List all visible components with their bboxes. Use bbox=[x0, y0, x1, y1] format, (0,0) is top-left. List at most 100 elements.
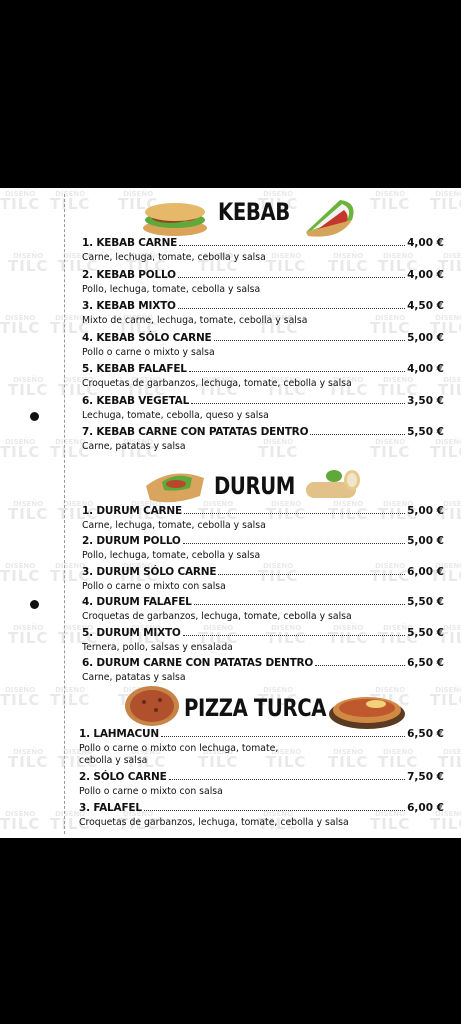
watermark-logo: DISEÑOTILC bbox=[8, 376, 49, 399]
menu-item: 5. KEBAB FALAFEL 4,00 € Croquetas de garba… bbox=[82, 363, 444, 390]
menu-item-line: 1. LAHMACUN 6,50 € bbox=[79, 728, 444, 743]
pizza-turca-image bbox=[329, 697, 405, 729]
menu-item-description: Pollo o carne o mixto con salsa bbox=[79, 786, 223, 797]
menu-item-name: 2. DURUM POLLO bbox=[82, 535, 181, 548]
menu-item-name: 1. LAHMACUN bbox=[79, 728, 159, 740]
watermark-logo: DISEÑOTILC bbox=[8, 252, 49, 275]
watermark-logo: DISEÑOTILC bbox=[430, 190, 461, 213]
menu-item-line: 5. KEBAB FALAFEL 4,00 € bbox=[82, 363, 444, 378]
watermark-logo: DISEÑOTILC bbox=[50, 686, 91, 709]
menu-item: 1. LAHMACUN 6,50 € Pollo o carne o mixto c… bbox=[79, 728, 444, 767]
menu-item: 1. DURUM CARNE 5,00 € Carne, lechuga, toma… bbox=[82, 505, 444, 532]
menu-item-price: 5,50 € bbox=[407, 426, 444, 438]
menu-item-description: Pollo o carne o mixto con lechuga, tomat… bbox=[79, 743, 279, 754]
dot-leader bbox=[160, 736, 406, 737]
menu-item-description: Carne, patatas y salsa bbox=[82, 441, 186, 452]
menu-item-description: Ternera, pollo, salsas y ensalada bbox=[82, 641, 233, 653]
menu-item-name: 4. KEBAB SÓLO CARNE bbox=[82, 331, 212, 344]
menu-item: 3. DURUM SÓLO CARNE 6,00 € Pollo o carne o… bbox=[82, 566, 444, 593]
menu-item: 4. KEBAB SÓLO CARNE 5,00 € Pollo o carne o… bbox=[82, 332, 444, 359]
menu-item: 4. DURUM FALAFEL 5,50 € Croquetas de garba… bbox=[82, 596, 444, 623]
menu-item-description: Croquetas de garbanzos, lechuga, tomate,… bbox=[79, 817, 349, 828]
menu-item-price: 5,00 € bbox=[407, 331, 444, 344]
section-title-durum: DURUM bbox=[214, 472, 295, 500]
menu-item-description: Pollo o carne o mixto con salsa bbox=[82, 580, 226, 592]
menu-item: 2. SÓLO CARNE 7,50 € Pollo o carne o mixto… bbox=[79, 771, 444, 798]
dot-leader bbox=[182, 543, 406, 545]
watermark-logo: DISEÑOTILC bbox=[8, 500, 49, 523]
watermark-logo: DISEÑOTILC bbox=[0, 686, 41, 709]
menu-item-line: 5. DURUM MIXTO 5,50 € bbox=[82, 627, 444, 642]
menu-item-price: 4,00 € bbox=[407, 268, 444, 281]
dot-leader bbox=[168, 779, 406, 780]
watermark-logo: DISEÑOTILC bbox=[0, 314, 41, 337]
menu-item-price: 4,00 € bbox=[407, 237, 444, 249]
menu-item-price: 6,50 € bbox=[407, 728, 444, 740]
menu-item-price: 3,50 € bbox=[407, 394, 444, 407]
menu-item-description: Carne, lechuga, tomate, cebolla y salsa bbox=[82, 252, 266, 263]
menu-item: 6. KEBAB VEGETAL 3,50 € Lechuga, tomate, c… bbox=[82, 395, 444, 422]
menu-item-price: 5,00 € bbox=[407, 535, 444, 548]
section-title-kebab: KEBAB bbox=[218, 198, 290, 226]
menu-item-name: 5. DURUM MIXTO bbox=[82, 626, 181, 639]
menu-item-line: 2. SÓLO CARNE 7,50 € bbox=[79, 771, 444, 786]
menu-item-name: 3. KEBAB MIXTO bbox=[82, 300, 176, 312]
menu-item-name: 3. FALAFEL bbox=[79, 802, 142, 814]
watermark-logo: DISEÑOTILC bbox=[430, 686, 461, 709]
dot-leader bbox=[143, 810, 406, 811]
menu-item-name: 4. DURUM FALAFEL bbox=[82, 596, 192, 609]
menu-item-name: 6. DURUM CARNE CON PATATAS DENTRO bbox=[82, 657, 314, 669]
dot-leader bbox=[177, 308, 406, 309]
menu-page: DISEÑO TILC DISEÑO TILC DISEÑO TILC DISEÑO TILC… bbox=[0, 188, 461, 838]
menu-item: 3. FALAFEL 6,00 € Croquetas de garbanzos, … bbox=[79, 802, 444, 829]
menu-item-line: 1. KEBAB CARNE 4,00 € bbox=[82, 237, 444, 252]
watermark-logo: DISEÑOTILC bbox=[50, 190, 91, 213]
menu-item-name: 6. KEBAB VEGETAL bbox=[82, 394, 190, 407]
dot-leader bbox=[177, 276, 406, 278]
page-margin-dashed-line bbox=[64, 194, 65, 834]
menu-item-description: Pollo, lechuga, tomate, cebolla y salsa bbox=[82, 550, 261, 562]
dot-leader bbox=[182, 634, 406, 636]
menu-item: 2. KEBAB POLLO 4,00 € Pollo, lechuga, toma… bbox=[82, 269, 444, 296]
dot-leader bbox=[193, 604, 406, 606]
menu-item-description: Lechuga, tomate, cebolla, queso y salsa bbox=[82, 409, 269, 421]
menu-item-description: Croquetas de garbanzos, lechuga, tomate,… bbox=[82, 378, 352, 389]
dot-leader bbox=[184, 513, 406, 514]
durum-cut-image bbox=[306, 470, 360, 498]
menu-item-line: 2. KEBAB POLLO 4,00 € bbox=[82, 269, 444, 284]
menu-item-name: 5. KEBAB FALAFEL bbox=[82, 363, 187, 375]
dot-leader bbox=[188, 371, 406, 372]
kebab-wrap-image bbox=[306, 200, 354, 237]
binder-hole bbox=[30, 600, 39, 609]
dot-leader bbox=[310, 434, 406, 435]
menu-item: 1. KEBAB CARNE 4,00 € Carne, lechuga, toma… bbox=[82, 237, 444, 264]
watermark-logo: DISEÑOTILC bbox=[8, 624, 49, 647]
binder-hole bbox=[30, 412, 39, 421]
watermark-logo: DISEÑOTILC bbox=[370, 190, 411, 213]
menu-item-price: 6,00 € bbox=[407, 565, 444, 578]
menu-item-description: Pollo, lechuga, tomate, cebolla y salsa bbox=[82, 283, 261, 295]
dot-leader bbox=[218, 573, 406, 575]
watermark-logo: DISEÑOTILC bbox=[8, 748, 49, 771]
watermark-logo: DISEÑOTILC bbox=[0, 810, 41, 833]
section-title-pizza-turca: PIZZA TURCA bbox=[184, 694, 327, 722]
menu-item: 6. DURUM CARNE CON PATATAS DENTRO 6,50 € C… bbox=[82, 657, 444, 684]
menu-item-name: 2. KEBAB POLLO bbox=[82, 268, 176, 281]
menu-item-price: 5,00 € bbox=[407, 505, 444, 517]
lahmacun-image bbox=[125, 686, 179, 726]
menu-item-price: 4,50 € bbox=[407, 300, 444, 312]
menu-item-price: 5,50 € bbox=[407, 596, 444, 609]
menu-item-price: 6,00 € bbox=[407, 802, 444, 814]
dot-leader bbox=[179, 245, 406, 246]
menu-item: 2. DURUM POLLO 5,00 € Pollo, lechuga, toma… bbox=[82, 535, 444, 562]
watermark-logo: DISEÑOTILC bbox=[0, 438, 41, 461]
menu-item-name: 7. KEBAB CARNE CON PATATAS DENTRO bbox=[82, 426, 309, 438]
menu-item-name: 3. DURUM SÓLO CARNE bbox=[82, 565, 217, 578]
menu-item-price: 4,00 € bbox=[407, 363, 444, 375]
menu-item-line: 2. DURUM POLLO 5,00 € bbox=[82, 535, 444, 550]
menu-item-line: 6. KEBAB VEGETAL 3,50 € bbox=[82, 395, 444, 410]
menu-item-line: 4. DURUM FALAFEL 5,50 € bbox=[82, 596, 444, 611]
menu-item-line: 3. FALAFEL 6,00 € bbox=[79, 802, 444, 817]
menu-item-line: 6. DURUM CARNE CON PATATAS DENTRO 6,50 € bbox=[82, 657, 444, 672]
watermark-logo: DISEÑOTILC bbox=[0, 562, 41, 585]
